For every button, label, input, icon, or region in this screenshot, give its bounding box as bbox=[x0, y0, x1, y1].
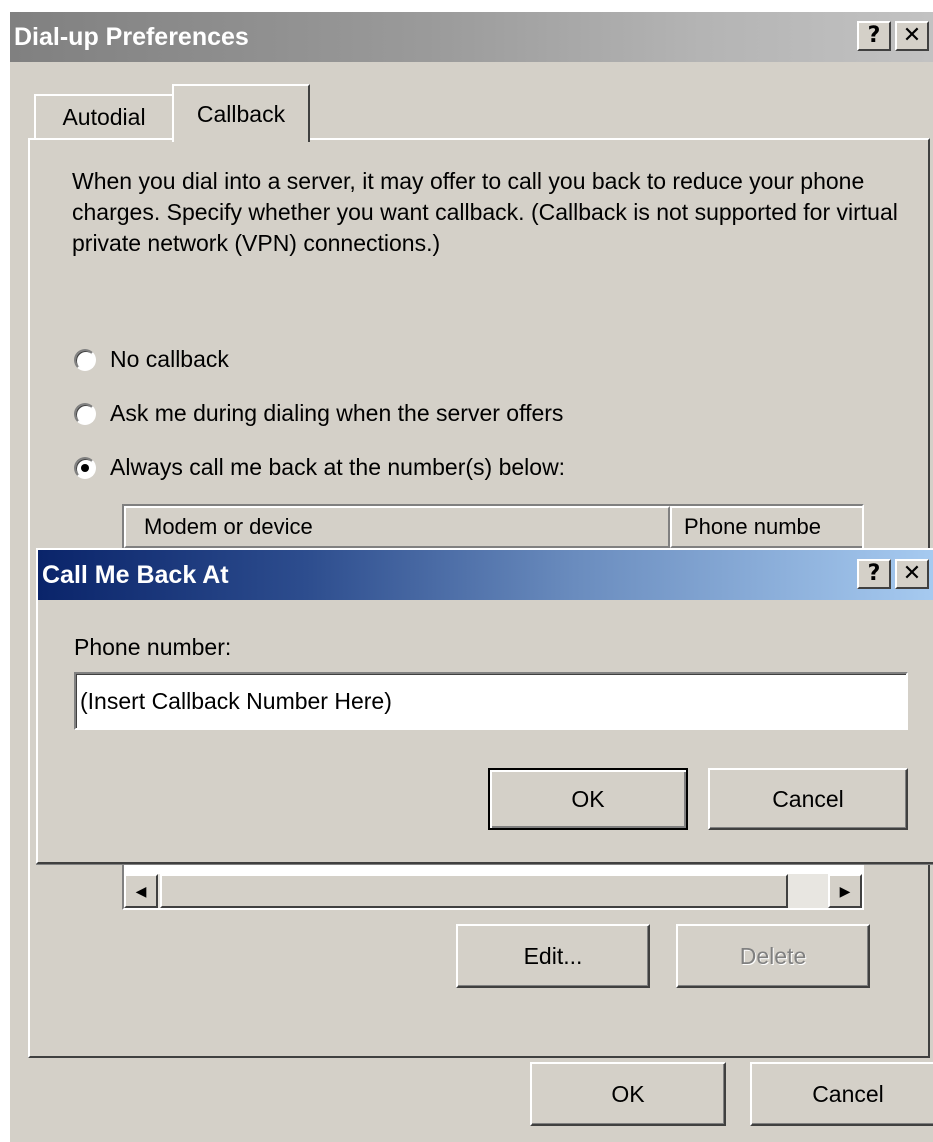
radio-selected-dot bbox=[81, 463, 89, 472]
delete-button[interactable]: Delete bbox=[676, 924, 870, 988]
phone-number-label: Phone number: bbox=[74, 634, 232, 660]
ask-during-dialing-label: Ask me during dialing when the server of… bbox=[110, 400, 564, 426]
column-header-device[interactable]: Modem or device bbox=[124, 506, 670, 548]
always-call-back-label: Always call me back at the number(s) bel… bbox=[110, 454, 566, 480]
delete-button-label: Delete bbox=[739, 942, 807, 969]
call-me-back-dialog: Call Me Back At ? ✕ Phone number: OK Can… bbox=[36, 548, 933, 864]
no-callback-option[interactable]: No callback bbox=[74, 346, 229, 373]
tab-callback-label: Callback bbox=[196, 100, 286, 127]
main-cancel-button-label: Cancel bbox=[812, 1080, 884, 1107]
column-header-phone-label: Phone numbe bbox=[684, 514, 821, 539]
scroll-left-icon[interactable]: ◀ bbox=[124, 874, 158, 908]
edit-button[interactable]: Edit... bbox=[456, 924, 650, 988]
scroll-right-icon[interactable]: ▶ bbox=[828, 874, 862, 908]
always-call-back-option[interactable]: Always call me back at the number(s) bel… bbox=[74, 454, 565, 481]
horizontal-scrollbar[interactable]: ◀ ▶ bbox=[124, 874, 862, 908]
dialog-cancel-button-label: Cancel bbox=[772, 785, 844, 812]
dialog-ok-button-label: OK bbox=[571, 785, 605, 812]
callback-title-bar[interactable]: Call Me Back At ? ✕ bbox=[38, 550, 933, 600]
main-window-title: Dial-up Preferences bbox=[14, 22, 249, 51]
no-callback-radio[interactable] bbox=[74, 348, 96, 371]
dialog-ok-button[interactable]: OK bbox=[488, 768, 688, 830]
main-title-bar[interactable]: Dial-up Preferences ? ✕ bbox=[10, 12, 933, 62]
close-icon[interactable]: ✕ bbox=[895, 21, 929, 51]
column-header-phone[interactable]: Phone numbe bbox=[670, 506, 862, 548]
tab-autodial-label: Autodial bbox=[62, 103, 146, 130]
no-callback-label: No callback bbox=[110, 346, 229, 372]
tab-autodial[interactable]: Autodial bbox=[34, 94, 174, 138]
callback-dialog-title: Call Me Back At bbox=[42, 560, 229, 589]
scrollbar-thumb[interactable] bbox=[160, 874, 788, 908]
ask-during-dialing-radio[interactable] bbox=[74, 402, 96, 425]
always-call-back-radio[interactable] bbox=[74, 456, 96, 479]
help-icon[interactable]: ? bbox=[857, 21, 891, 51]
main-cancel-button[interactable]: Cancel bbox=[750, 1062, 933, 1126]
edit-button-label: Edit... bbox=[523, 942, 583, 969]
dialog-close-icon[interactable]: ✕ bbox=[895, 559, 929, 589]
column-header-device-label: Modem or device bbox=[144, 514, 313, 539]
dialog-cancel-button[interactable]: Cancel bbox=[708, 768, 908, 830]
callback-description: When you dial into a server, it may offe… bbox=[72, 168, 898, 256]
tab-callback[interactable]: Callback bbox=[172, 84, 310, 142]
main-ok-button-label: OK bbox=[611, 1080, 645, 1107]
dialog-help-icon[interactable]: ? bbox=[857, 559, 891, 589]
main-ok-button[interactable]: OK bbox=[530, 1062, 726, 1126]
ask-during-dialing-option[interactable]: Ask me during dialing when the server of… bbox=[74, 400, 563, 427]
phone-number-input[interactable] bbox=[74, 672, 908, 730]
